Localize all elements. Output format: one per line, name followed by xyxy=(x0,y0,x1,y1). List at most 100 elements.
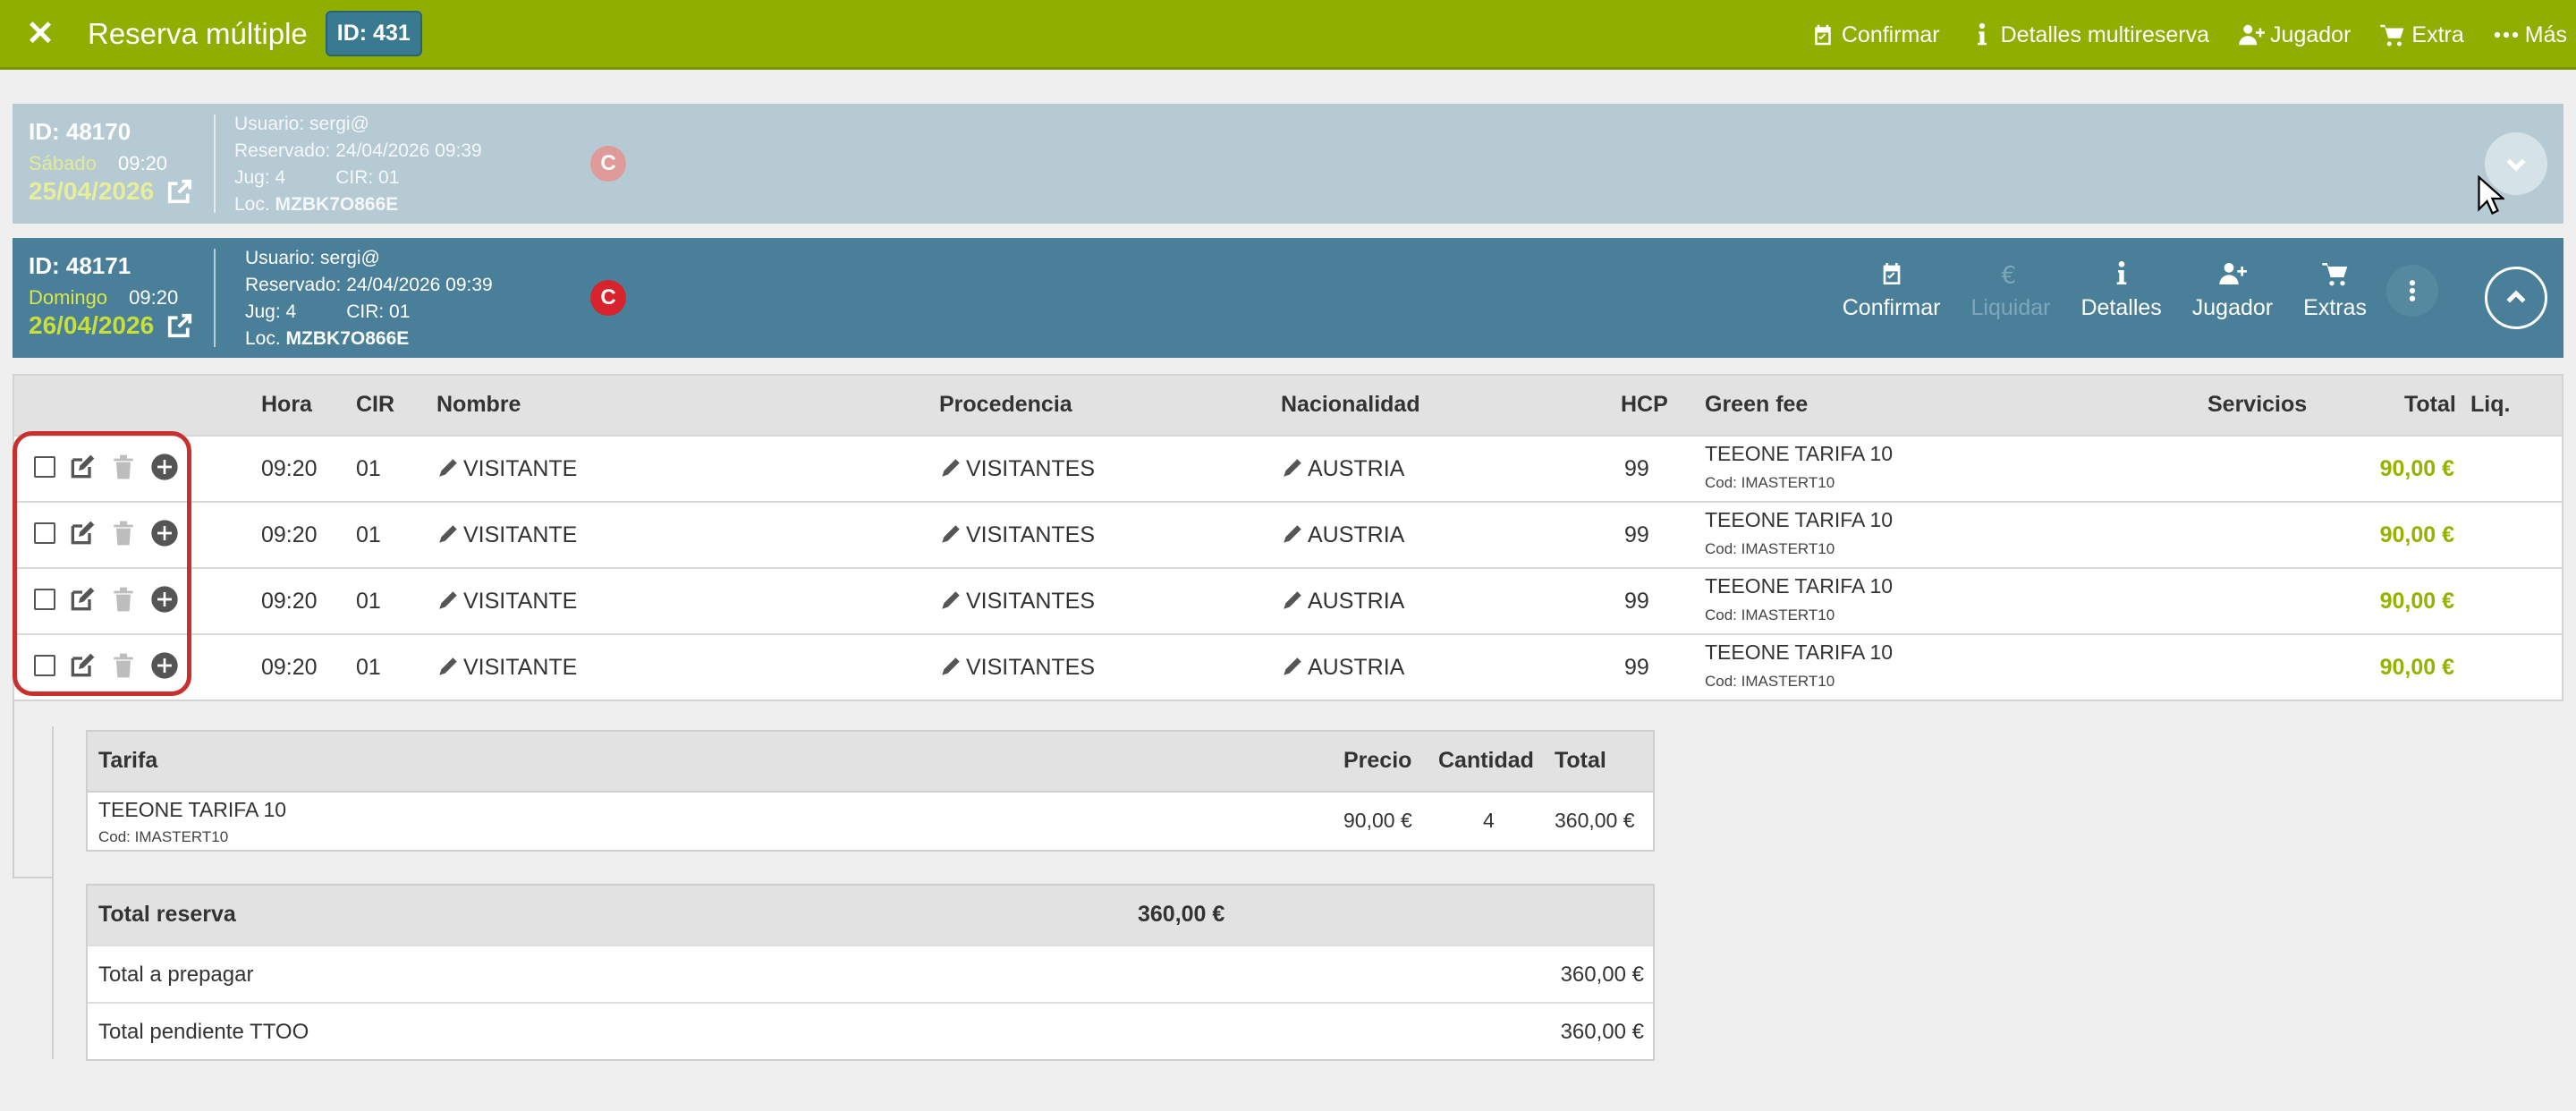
pencil-icon xyxy=(942,591,960,609)
procedencia-text: VISITANTES xyxy=(966,456,1096,481)
cell-procedencia[interactable]: VISITANTES xyxy=(939,456,1095,482)
booking-more-button[interactable] xyxy=(2386,265,2438,317)
booking-panel-48171[interactable]: ID: 48171 Domingo 09:20 26/04/2026 Usuar… xyxy=(13,238,2563,358)
booking-loc: Loc. MZBK7O866E xyxy=(245,326,493,352)
booking-date-text: 26/04/2026 xyxy=(29,311,155,339)
col-green-fee: Green fee xyxy=(1705,392,1809,417)
booking-detalles-button[interactable]: Detalles xyxy=(2080,259,2162,321)
mas-button[interactable]: Más xyxy=(2493,21,2567,48)
row-checkbox[interactable] xyxy=(34,589,55,610)
col-hcp: HCP xyxy=(1621,392,1668,417)
cell-nombre[interactable]: VISITANTE xyxy=(436,456,577,482)
booking-jug: Jug: 4 xyxy=(234,167,286,188)
col-nombre: Nombre xyxy=(436,392,521,417)
calendar-check-icon xyxy=(1883,263,1900,284)
booking-liquidar-button[interactable]: € Liquidar xyxy=(1971,259,2051,321)
total-pendiente-value: 360,00 € xyxy=(1560,1020,1644,1044)
cart-plus-icon xyxy=(2321,263,2347,286)
status-badge: C xyxy=(590,280,626,316)
tree-connector xyxy=(52,726,54,1059)
euro-icon: € xyxy=(2001,262,2016,288)
row-tools xyxy=(34,519,179,547)
more-dots-icon xyxy=(2494,31,2518,38)
add-jugador-button[interactable]: Jugador xyxy=(2238,21,2351,48)
pencil-icon xyxy=(439,459,457,477)
edit-icon[interactable] xyxy=(68,585,97,614)
edit-icon[interactable] xyxy=(68,651,97,680)
row-checkbox[interactable] xyxy=(34,456,55,478)
col-nacionalidad: Nacionalidad xyxy=(1281,392,1420,417)
cell-cir: 01 xyxy=(356,456,381,481)
booking-jugador-label: Jugador xyxy=(2191,295,2274,320)
trash-icon[interactable] xyxy=(109,519,138,547)
kebab-menu-icon xyxy=(2409,280,2416,301)
pencil-icon xyxy=(942,525,960,543)
booking-date-text: 25/04/2026 xyxy=(29,177,155,205)
booking-info: Usuario: sergi@ Reservado: 24/04/2026 09… xyxy=(234,111,482,218)
pencil-icon xyxy=(1284,459,1301,477)
total-reserva-label: Total reserva xyxy=(98,902,236,927)
cell-nacionalidad[interactable]: AUSTRIA xyxy=(1281,456,1404,482)
booking-jug-cir: Jug: 4 CIR: 01 xyxy=(234,165,482,191)
trash-icon[interactable] xyxy=(109,585,138,614)
collapse-button[interactable] xyxy=(2485,267,2547,329)
close-icon[interactable]: ✕ xyxy=(0,0,80,69)
cell-procedencia[interactable]: VISITANTES xyxy=(939,522,1095,548)
booking-panel-48170[interactable]: ID: 48170 Sábado 09:20 25/04/2026 Usuari… xyxy=(13,104,2563,224)
col-total: Total xyxy=(2404,392,2456,417)
col-total: Total xyxy=(1555,748,1606,773)
add-circle-icon[interactable] xyxy=(150,453,179,481)
add-circle-icon[interactable] xyxy=(150,585,179,614)
cell-nombre[interactable]: VISITANTE xyxy=(436,522,577,548)
col-cir: CIR xyxy=(356,392,395,417)
confirmar-button[interactable]: Confirmar xyxy=(1809,21,1940,48)
total-prepagar-row: Total a prepagar 360,00 € xyxy=(88,945,1653,1002)
booking-reservado: Reservado: 24/04/2026 09:39 xyxy=(234,140,482,161)
cell-procedencia[interactable]: VISITANTES xyxy=(939,655,1095,681)
tarifa-header: Tarifa Precio Cantidad Total xyxy=(88,732,1653,791)
detalles-multireserva-button[interactable]: Detalles multireserva xyxy=(1969,21,2209,48)
col-procedencia: Procedencia xyxy=(939,392,1072,417)
add-circle-icon[interactable] xyxy=(150,519,179,547)
detalles-multireserva-label: Detalles multireserva xyxy=(2000,21,2210,47)
add-circle-icon[interactable] xyxy=(150,651,179,680)
booking-extras-button[interactable]: Extras xyxy=(2303,259,2367,321)
booking-liquidar-label: Liquidar xyxy=(1970,295,2051,320)
col-servicios: Servicios xyxy=(2207,392,2308,417)
row-checkbox[interactable] xyxy=(34,522,55,544)
trash-icon[interactable] xyxy=(109,651,138,680)
external-link-icon[interactable] xyxy=(166,312,193,339)
total-pendiente-label: Total pendiente TTOO xyxy=(98,1020,309,1044)
cell-nacionalidad[interactable]: AUSTRIA xyxy=(1281,655,1404,681)
trash-icon[interactable] xyxy=(109,453,138,481)
cell-green-fee: TEEONE TARIFA 10 xyxy=(1705,640,1894,664)
booking-loc-label: Loc. xyxy=(245,328,281,349)
summary-table: Total reserva 360,00 € Total a prepagar … xyxy=(86,884,1655,1061)
cell-procedencia[interactable]: VISITANTES xyxy=(939,589,1095,615)
booking-info: Usuario: sergi@ Reservado: 24/04/2026 09… xyxy=(245,245,493,352)
cell-hcp: 99 xyxy=(1624,456,1649,481)
tarifa-cantidad: 4 xyxy=(1483,809,1495,832)
cell-nacionalidad[interactable]: AUSTRIA xyxy=(1281,589,1404,615)
row-checkbox[interactable] xyxy=(34,655,55,676)
cell-nacionalidad[interactable]: AUSTRIA xyxy=(1281,522,1404,548)
booking-jugador-button[interactable]: Jugador xyxy=(2192,259,2273,321)
total-prepagar-value: 360,00 € xyxy=(1560,963,1644,987)
cell-nombre[interactable]: VISITANTE xyxy=(436,589,577,615)
cell-green-fee-code: Cod: IMASTERT10 xyxy=(1705,673,1835,690)
row-tools xyxy=(34,453,179,481)
cell-nombre[interactable]: VISITANTE xyxy=(436,655,577,681)
user-plus-icon xyxy=(2239,24,2266,46)
external-link-icon[interactable] xyxy=(166,178,193,205)
booking-day: Domingo xyxy=(29,286,108,309)
booking-confirmar-button[interactable]: Confirmar xyxy=(1843,259,1941,321)
table-row: 09:20 01 VISITANTE VISITANTES AUSTRIA 99… xyxy=(14,501,2562,567)
edit-icon[interactable] xyxy=(68,519,97,547)
pencil-icon xyxy=(439,657,457,675)
booking-loc-label: Loc. xyxy=(234,194,270,215)
mas-label: Más xyxy=(2524,21,2567,47)
extra-button[interactable]: Extra xyxy=(2379,21,2464,48)
edit-icon[interactable] xyxy=(68,453,97,481)
booking-usuario: Usuario: sergi@ xyxy=(234,114,369,134)
nacionalidad-text: AUSTRIA xyxy=(1308,655,1405,680)
